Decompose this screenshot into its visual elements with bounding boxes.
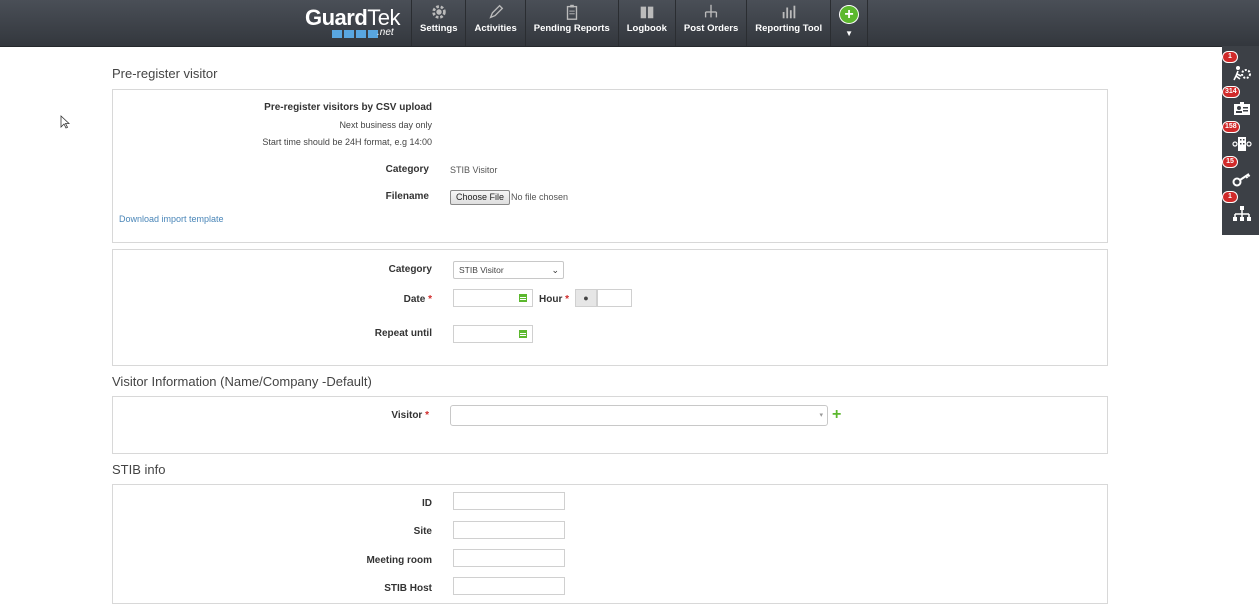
choose-file-button[interactable]: Choose File bbox=[450, 190, 511, 205]
date-label-text: Date bbox=[403, 294, 426, 305]
nav-pending-reports-label: Pending Reports bbox=[533, 23, 610, 34]
notification-badge: 1 bbox=[1222, 51, 1238, 63]
filename-label: Filename bbox=[385, 191, 429, 202]
meeting-room-label: Meeting room bbox=[366, 555, 432, 566]
notification-badge: 15 bbox=[1222, 156, 1238, 168]
stib-site-label: Site bbox=[413, 526, 432, 537]
hierarchy-icon bbox=[1233, 206, 1251, 221]
calendar-icon bbox=[519, 330, 527, 338]
stib-info-title: STIB info bbox=[112, 462, 166, 477]
right-quick-access-bar: 1 314 158 15 1 bbox=[1222, 46, 1259, 235]
category-select[interactable]: STIB Visitor ⌄ bbox=[453, 261, 564, 279]
category-label: Category bbox=[388, 264, 432, 275]
top-navigation-bar: GuardTek .net Settings Activities Pendin… bbox=[0, 0, 1259, 47]
stib-info-panel: ID Site Meeting room STIB Host bbox=[112, 484, 1108, 604]
notification-badge: 158 bbox=[1222, 121, 1240, 133]
nav-activities[interactable]: Activities bbox=[465, 0, 524, 46]
clock-icon: ● bbox=[583, 293, 589, 303]
download-import-template-link[interactable]: Download import template bbox=[119, 214, 224, 224]
add-visitor-button[interactable]: + bbox=[832, 407, 841, 423]
bar-chart-icon bbox=[782, 5, 795, 19]
quick-access-sites[interactable]: 158 bbox=[1222, 121, 1259, 158]
date-label: Date * bbox=[404, 294, 432, 305]
notification-badge: 314 bbox=[1222, 86, 1240, 98]
calendar-icon bbox=[519, 294, 527, 302]
hour-label-text: Hour bbox=[539, 294, 563, 305]
guardtek-logo[interactable]: GuardTek .net bbox=[305, 5, 401, 40]
visitor-select[interactable]: ▾ bbox=[450, 405, 828, 426]
clipboard-icon bbox=[566, 4, 577, 20]
nav-reporting-tool-label: Reporting Tool bbox=[755, 23, 823, 34]
visitor-info-title: Visitor Information (Name/Company -Defau… bbox=[112, 374, 372, 389]
stib-id-input[interactable] bbox=[453, 492, 565, 510]
hour-label: Hour * bbox=[539, 294, 569, 305]
quick-access-visitors[interactable]: 314 bbox=[1222, 86, 1259, 123]
hour-input[interactable] bbox=[597, 289, 632, 307]
repeat-until-label: Repeat until bbox=[374, 328, 432, 339]
nav-add-menu[interactable]: + ▼ bbox=[830, 0, 869, 46]
org-chart-icon bbox=[704, 4, 718, 18]
repeat-until-calendar-button[interactable] bbox=[515, 325, 533, 343]
stib-host-label: STIB Host bbox=[384, 583, 432, 594]
hour-clock-button[interactable]: ● bbox=[575, 289, 597, 307]
brand-blocks bbox=[332, 30, 378, 38]
pencil-icon bbox=[488, 4, 503, 19]
csv-note-time-format: Start time should be 24H format, e.g 14:… bbox=[262, 137, 432, 147]
repeat-until-input[interactable] bbox=[453, 325, 516, 343]
visitor-info-panel: Visitor * ▾ + bbox=[112, 396, 1108, 454]
csv-category-value: STIB Visitor bbox=[450, 165, 498, 175]
nav-reporting-tool[interactable]: Reporting Tool bbox=[746, 0, 830, 46]
csv-category-label: Category bbox=[385, 164, 429, 175]
stib-host-input[interactable] bbox=[453, 577, 565, 595]
plus-icon: + bbox=[832, 406, 842, 423]
chevron-down-icon: ▾ bbox=[819, 412, 823, 419]
meeting-room-input[interactable] bbox=[453, 549, 565, 567]
category-select-value: STIB Visitor bbox=[459, 265, 504, 275]
main-menu: Settings Activities Pending Reports Logb… bbox=[411, 0, 869, 46]
nav-pending-reports[interactable]: Pending Reports bbox=[524, 0, 618, 46]
key-icon bbox=[1232, 173, 1251, 187]
date-calendar-button[interactable] bbox=[515, 289, 533, 307]
brand-suffix: .net bbox=[377, 27, 394, 38]
notification-badge: 1 bbox=[1222, 191, 1238, 203]
building-gear-icon bbox=[1232, 137, 1252, 151]
running-person-gear-icon bbox=[1233, 66, 1251, 81]
quick-access-incidents[interactable]: 1 bbox=[1222, 51, 1259, 88]
book-icon bbox=[640, 6, 654, 19]
mouse-pointer-icon bbox=[60, 115, 70, 129]
chevron-down-icon: ▼ bbox=[845, 29, 854, 38]
nav-logbook-label: Logbook bbox=[626, 23, 667, 34]
nav-post-orders-label: Post Orders bbox=[683, 23, 739, 34]
schedule-panel: Category STIB Visitor ⌄ Date * Hour * ● … bbox=[112, 249, 1108, 366]
add-circle-icon: + bbox=[839, 5, 860, 24]
quick-access-keys[interactable]: 15 bbox=[1222, 156, 1259, 193]
required-marker: * bbox=[565, 294, 570, 305]
nav-post-orders[interactable]: Post Orders bbox=[674, 0, 746, 46]
required-marker: * bbox=[428, 294, 432, 305]
gear-icon bbox=[431, 5, 446, 19]
stib-id-label: ID bbox=[422, 498, 432, 509]
nav-settings-label: Settings bbox=[420, 23, 458, 34]
page-title: Pre-register visitor bbox=[112, 66, 218, 81]
brand-name-bold: Guard bbox=[305, 5, 368, 30]
nav-logbook[interactable]: Logbook bbox=[617, 0, 675, 46]
file-status-text: No file chosen bbox=[511, 192, 569, 202]
chevron-down-icon: ⌄ bbox=[551, 265, 559, 275]
date-input[interactable] bbox=[453, 289, 516, 307]
stib-site-input[interactable] bbox=[453, 521, 565, 539]
nav-activities-label: Activities bbox=[474, 23, 517, 34]
required-marker: * bbox=[425, 410, 429, 421]
id-card-icon bbox=[1234, 102, 1250, 115]
visitor-label-text: Visitor bbox=[391, 410, 423, 421]
quick-access-hierarchy[interactable]: 1 bbox=[1222, 191, 1259, 228]
csv-note-next-business-day: Next business day only bbox=[339, 120, 432, 130]
nav-settings[interactable]: Settings bbox=[411, 0, 465, 46]
csv-upload-panel: Pre-register visitors by CSV upload Next… bbox=[112, 89, 1108, 243]
csv-upload-heading: Pre-register visitors by CSV upload bbox=[264, 102, 432, 113]
visitor-label: Visitor * bbox=[391, 410, 429, 421]
